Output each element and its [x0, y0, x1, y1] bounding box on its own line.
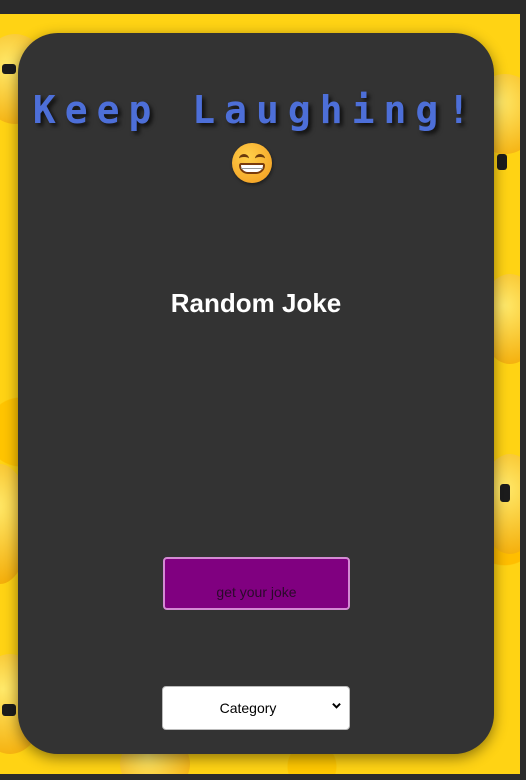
joke-card: [18, 33, 494, 754]
page-title: Keep Laughing!: [32, 88, 480, 132]
get-joke-button[interactable]: get your joke: [163, 557, 350, 610]
window-bottom-bar: [0, 774, 526, 780]
scrollbar-track: [520, 14, 526, 774]
joke-heading: Random Joke: [170, 288, 342, 318]
category-select[interactable]: Category: [162, 686, 350, 730]
chevron-down-icon: [332, 702, 341, 709]
title-container: Keep Laughing!: [18, 88, 494, 138]
window-top-bar: [0, 0, 526, 14]
grinning-face-icon: [232, 143, 272, 183]
category-select-value: Category: [219, 700, 277, 716]
